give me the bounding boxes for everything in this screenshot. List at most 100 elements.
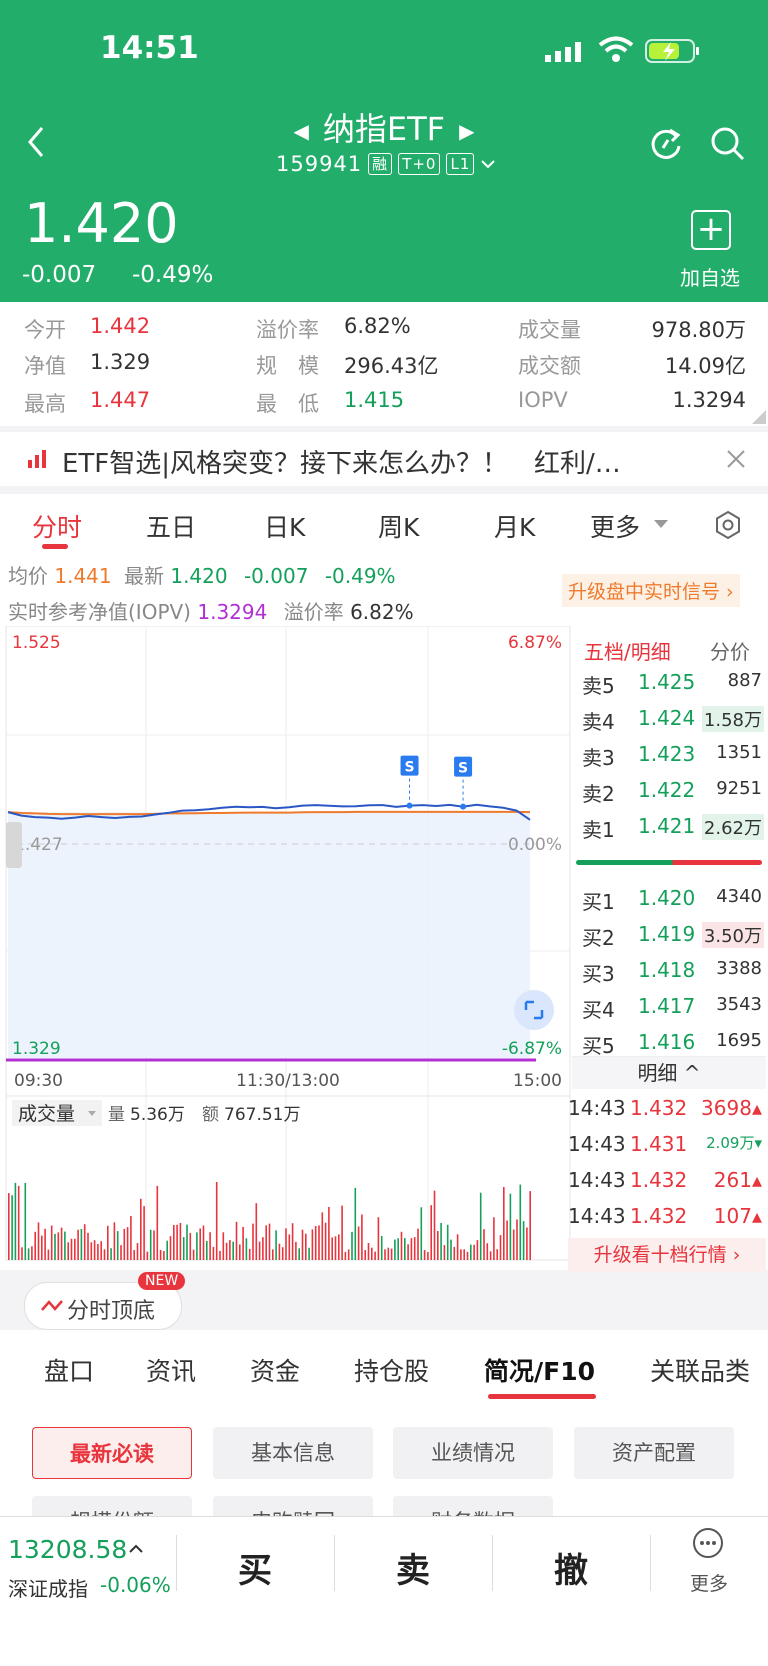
close-icon[interactable] [726,449,746,469]
news-ticker[interactable]: ETF智选|风格突变？接下来怎么办？！ 红利/… [0,432,768,486]
tab-news[interactable]: 资讯 [146,1352,196,1388]
ob-price: 1.420 [638,886,696,910]
tab-fenshi[interactable]: 分时 [32,508,82,544]
tab-f10[interactable]: 简况/F10 [484,1352,595,1388]
prev-stock-icon[interactable]: ◀ [294,119,309,143]
volume-bar [17,1185,20,1260]
search-icon[interactable] [710,126,746,162]
volume-bar [470,1244,472,1260]
volume-bar [103,1249,106,1260]
refresh-icon[interactable] [648,126,684,162]
ob-price: 1.422 [638,778,696,802]
quote-label: 今开 [24,318,66,342]
quote-value: 1.442 [90,314,151,338]
chip-basic-info[interactable]: 基本信息 [213,1427,373,1479]
stock-code-row[interactable]: 159941 融 T+0 L1 [276,152,496,176]
tab-day-k[interactable]: 日K [264,508,305,544]
volume-bar [80,1229,83,1260]
price-change: -0.007 [22,262,97,288]
trade-time: 14:43 [568,1168,626,1192]
detail-toggle[interactable]: 明细 ^ [572,1056,766,1089]
tab-related[interactable]: 关联品类 [650,1352,750,1388]
volume-bar [156,1185,159,1260]
orderbook-row[interactable]: 买1 1.420 4340 [572,886,766,916]
volume-bar [219,1250,221,1260]
tab-orderbook[interactable]: 五档/明细 [584,636,671,665]
settings-icon[interactable] [714,510,742,540]
caret-down-icon[interactable] [654,520,668,530]
ob-price: 1.419 [638,922,696,946]
trade-time: 14:43 [568,1096,626,1120]
quote-value: 1.3294 [672,388,746,412]
cancel-order-button[interactable]: 撤 [554,1543,588,1592]
news-text[interactable]: ETF智选|风格突变？接下来怎么办？！ 红利/… [62,443,621,480]
volume-bar [146,1251,149,1260]
volume-bar [258,1241,261,1260]
tag-margin: 融 [368,153,393,175]
orderbook-row[interactable]: 买2 1.419 3.50万 [572,922,766,952]
more-icon[interactable] [692,1527,724,1559]
ob-label: 卖5 [582,674,615,698]
tab-more[interactable]: 更多 [590,508,640,544]
intraday-chart[interactable]: SS 1.525 1.427 1.329 6.87% 0.00% -6.87% … [0,626,572,1270]
volume-bar [242,1227,244,1260]
volume-bar [245,1238,248,1260]
upgrade-signal-button[interactable]: 升级盘中实时信号 › [562,574,740,607]
tab-holdings[interactable]: 持仓股 [354,1352,429,1388]
volume-bar [318,1225,320,1260]
volume-bar [308,1247,310,1260]
orderbook-row[interactable]: 卖5 1.425 887 [572,670,766,700]
volume-bar [54,1233,56,1260]
sell-button[interactable]: 卖 [396,1543,430,1592]
volume-bar [41,1235,43,1260]
chip-performance[interactable]: 业绩情况 [393,1427,553,1479]
volume-bar [427,1252,429,1260]
volume-bar [380,1236,383,1260]
volume-bar [288,1234,291,1260]
volume-header-label: 成交量 [18,1103,75,1125]
iopv-label: 实时参考净值(IOPV) [8,600,191,624]
volume-bar [34,1231,36,1260]
detail-label: 明细 [637,1061,678,1085]
y-right-mid: 0.00% [508,835,562,855]
volume-bar [113,1222,116,1260]
volume-bar [206,1240,208,1260]
volume-bar [341,1205,343,1260]
chip-asset-allocation[interactable]: 资产配置 [574,1427,734,1479]
volume-bar [417,1228,419,1260]
volume-bar [479,1192,482,1260]
tab-price-level[interactable]: 分价 [710,636,750,665]
svg-text:S: S [458,761,468,777]
index-value[interactable]: 13208.58 [8,1535,127,1564]
upgrade-ten-level-button[interactable]: 升级看十档行情 › [568,1238,766,1272]
more-label[interactable]: 更多 [690,1569,728,1596]
add-watchlist-icon[interactable]: + [691,210,731,250]
volume-bar [450,1239,452,1260]
trade-detail-row: 14:43 1.432 107▴ [566,1204,762,1234]
tab-pankou[interactable]: 盘口 [44,1352,94,1388]
tab-5day[interactable]: 五日 [146,508,196,544]
current-price: 1.420 [24,192,179,255]
chevron-down-icon[interactable] [480,158,496,170]
chevron-up-icon[interactable] [128,1543,144,1555]
buy-button[interactable]: 买 [238,1543,272,1592]
quote-value: 978.80万 [651,318,746,342]
tab-funds[interactable]: 资金 [250,1352,300,1388]
chart-left-handle [6,822,22,868]
next-stock-icon[interactable]: ▶ [459,119,474,143]
orderbook-row[interactable]: 卖4 1.424 1.58万 [572,706,766,736]
volume-bar [70,1238,73,1260]
orderbook-row[interactable]: 卖2 1.422 9251 [572,778,766,808]
volume-bar [331,1237,333,1260]
orderbook-row[interactable]: 买3 1.418 3388 [572,958,766,988]
orderbook-row[interactable]: 卖3 1.423 1351 [572,742,766,772]
f10-chips: 最新必读 基本信息 业绩情况 资产配置 规模份额 申购赎回 财务数据 [0,1402,768,1548]
add-watchlist-label[interactable]: 加自选 [680,262,740,291]
trade-vol: 2.09万▾ [706,1134,762,1152]
orderbook-row[interactable]: 买4 1.417 3543 [572,994,766,1024]
orderbook-row[interactable]: 卖1 1.421 2.62万 [572,814,766,844]
tab-week-k[interactable]: 周K [378,508,419,544]
tab-month-k[interactable]: 月K [494,508,535,544]
volume-bar [281,1247,284,1260]
chip-must-read[interactable]: 最新必读 [32,1427,192,1479]
